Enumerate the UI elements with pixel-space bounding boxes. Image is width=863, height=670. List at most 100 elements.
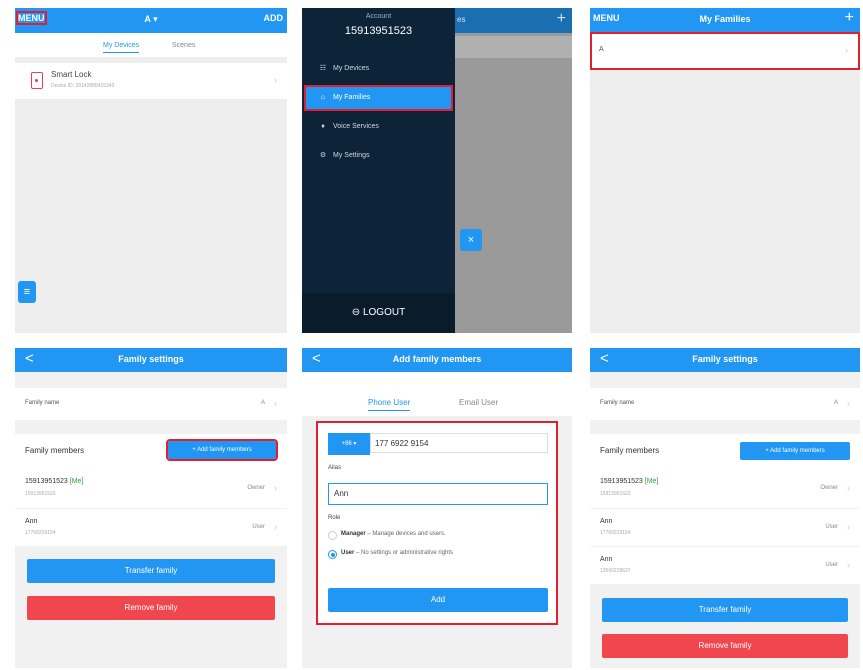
alias-field[interactable]: Ann xyxy=(328,483,548,505)
top-bar: MENU My Families + xyxy=(590,8,860,33)
panel-my-devices: MENU A ▾ ADD My Devices Scenes Smart Loc… xyxy=(15,8,287,333)
member-phone: 15913951523 [Me] xyxy=(600,478,659,485)
member-phone: 15913951523 [Me] xyxy=(25,478,84,485)
drawer-item-label: My Families xyxy=(333,94,371,101)
panel-family-settings-updated: < Family settings Family name A › Family… xyxy=(590,348,860,668)
top-bar: < Family settings xyxy=(590,348,860,372)
transfer-family-button[interactable]: Transfer family xyxy=(27,559,275,583)
side-drawer: Account 15913951523 ☷ My Devices ⌂ My Fami… xyxy=(302,8,455,333)
remove-family-button[interactable]: Remove family xyxy=(27,596,275,620)
member-phone: Ann xyxy=(600,556,613,563)
add-family-members-button[interactable]: + Add family members xyxy=(166,439,278,461)
lock-icon xyxy=(31,72,43,89)
remove-family-button[interactable]: Remove family xyxy=(602,634,848,658)
add-family-members-button[interactable]: + Add family members xyxy=(740,442,850,460)
page-title: Family settings xyxy=(118,354,184,364)
member-subtitle: 13560228637 xyxy=(600,568,631,574)
country-code-select[interactable]: +86 ▾ xyxy=(328,433,370,455)
members-label: Family members xyxy=(25,446,85,455)
family-name-value: A xyxy=(260,400,265,406)
account-number: 15913951523 xyxy=(344,25,413,37)
member-role: User xyxy=(252,524,265,530)
page-title: Add family members xyxy=(392,354,482,364)
home-icon: ⌂ xyxy=(320,94,326,101)
top-bar: < Add family members xyxy=(302,348,572,372)
tab-scenes[interactable]: Scenes xyxy=(172,42,195,49)
panel-drawer-menu: es + × Account 15913951523 ☷ My Devices ⌂… xyxy=(302,8,572,333)
user-radio[interactable] xyxy=(328,550,337,559)
members-header: Family members + Add family members xyxy=(590,434,860,468)
add-button[interactable]: Add xyxy=(328,588,548,612)
top-bar: MENU A ▾ ADD xyxy=(15,8,287,33)
member-row[interactable]: Ann 13560228637 User › xyxy=(590,547,860,584)
drawer-item-my-settings[interactable]: ⚙ My Settings xyxy=(306,145,451,167)
member-role: User xyxy=(825,562,838,568)
members-header: Family members + Add family members xyxy=(15,434,287,468)
member-row[interactable]: Ann 17769229154 User › xyxy=(15,509,287,546)
device-id: Device ID: 39142885415343 xyxy=(51,83,115,89)
add-member-form: +86 ▾ 177 6922 9154 Alias Ann Role Manag… xyxy=(316,421,558,625)
add-family-button[interactable]: + xyxy=(845,9,854,27)
phone-number-field[interactable]: 177 6922 9154 xyxy=(370,433,548,453)
top-bar: < Family settings xyxy=(15,348,287,372)
members-label: Family members xyxy=(600,446,660,455)
family-row[interactable]: A › xyxy=(590,32,860,70)
family-selector[interactable]: A ▾ xyxy=(15,14,287,25)
chevron-right-icon: › xyxy=(847,483,850,493)
underlay-top-bar: es + xyxy=(455,8,572,33)
user-type-tabs: Phone User Email User xyxy=(302,372,572,416)
chevron-right-icon: › xyxy=(274,522,277,532)
menu-fab-button[interactable]: ≡ xyxy=(18,281,36,303)
member-phone: Ann xyxy=(25,518,38,525)
drawer-item-label: My Devices xyxy=(333,65,370,72)
drawer-item-voice-services[interactable]: ♦ Voice Services xyxy=(306,116,451,138)
member-subtitle: 17769229154 xyxy=(600,530,631,536)
devices-icon: ☷ xyxy=(319,65,327,72)
member-role: Owner xyxy=(820,485,838,491)
manager-radio[interactable] xyxy=(328,531,337,540)
add-button[interactable]: ADD xyxy=(264,13,284,23)
member-role: Owner xyxy=(247,485,265,491)
panel-add-family-members: < Add family members Phone User Email Us… xyxy=(302,348,572,668)
page-title: Family settings xyxy=(692,354,758,364)
family-name-label: Family name xyxy=(25,400,60,406)
family-name-value: A xyxy=(833,400,838,406)
chevron-right-icon: › xyxy=(847,522,850,532)
tab-email-user[interactable]: Email User xyxy=(459,398,498,407)
family-name: A xyxy=(599,46,604,53)
gear-icon: ⚙ xyxy=(319,152,327,159)
close-drawer-button[interactable]: × xyxy=(460,229,482,251)
microphone-icon: ♦ xyxy=(321,123,325,130)
drawer-item-label: Voice Services xyxy=(333,123,379,130)
member-subtitle: 17769229154 xyxy=(25,530,56,536)
underlay-title-fragment: es xyxy=(457,15,466,24)
drawer-item-my-devices[interactable]: ☷ My Devices xyxy=(306,58,451,80)
chevron-right-icon: › xyxy=(274,75,277,85)
drawer-item-my-families[interactable]: ⌂ My Families xyxy=(304,85,453,111)
alias-label: Alias xyxy=(328,465,342,471)
chevron-right-icon: › xyxy=(274,483,277,493)
underlay-screen: es + xyxy=(455,8,572,333)
tab-my-devices[interactable]: My Devices xyxy=(103,42,140,53)
family-name-row[interactable]: Family name A › xyxy=(590,388,860,420)
account-label: Account xyxy=(365,13,392,20)
logout-button[interactable]: ⊖ LOGOUT xyxy=(302,293,455,333)
chevron-right-icon: › xyxy=(847,398,850,408)
tab-phone-user[interactable]: Phone User xyxy=(368,398,411,411)
member-phone: Ann xyxy=(600,518,613,525)
member-row[interactable]: 15913951523 [Me] 15913951523 Owner › xyxy=(15,468,287,508)
device-row[interactable]: Smart Lock Device ID: 39142885415343 › xyxy=(15,63,287,99)
device-tabs: My Devices Scenes xyxy=(15,33,287,57)
plus-icon: + xyxy=(556,10,566,27)
member-row[interactable]: 15913951523 [Me] 15913951523 Owner › xyxy=(590,468,860,508)
chevron-right-icon: › xyxy=(274,398,277,408)
member-subtitle: 15913951523 xyxy=(600,491,631,497)
underlay-row xyxy=(455,36,572,58)
drawer-item-label: My Settings xyxy=(333,152,370,159)
family-name-row[interactable]: Family name A › xyxy=(15,388,287,420)
panel-my-families: MENU My Families + A › xyxy=(590,8,860,333)
device-name: Smart Lock xyxy=(51,70,92,79)
chevron-right-icon: › xyxy=(847,560,850,570)
transfer-family-button[interactable]: Transfer family xyxy=(602,598,848,622)
member-row[interactable]: Ann 17769229154 User › xyxy=(590,509,860,546)
